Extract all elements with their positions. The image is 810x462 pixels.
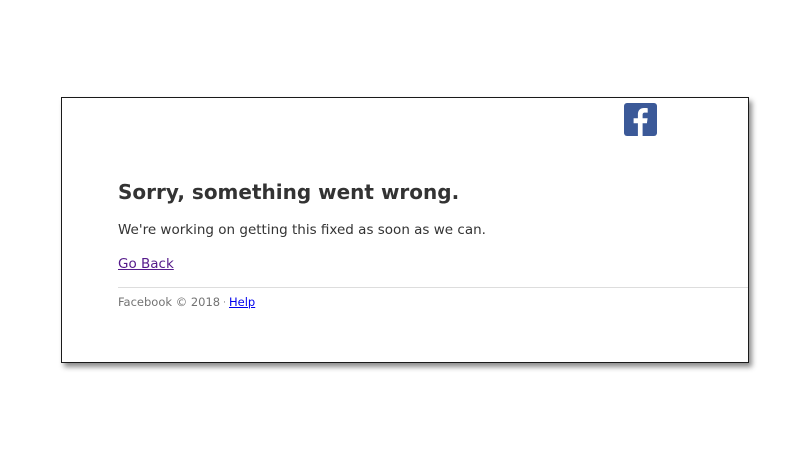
footer-separator: ·: [223, 298, 226, 308]
error-message: We're working on getting this fixed as s…: [118, 222, 486, 238]
copyright-text: Facebook © 2018: [118, 295, 221, 309]
error-page: Sorry, something went wrong. We're worki…: [61, 97, 749, 363]
footer-divider: [118, 287, 748, 288]
help-link[interactable]: Help: [229, 295, 255, 309]
facebook-f-icon: [633, 108, 648, 136]
error-title: Sorry, something went wrong.: [118, 180, 460, 204]
go-back-link[interactable]: Go Back: [118, 256, 174, 272]
facebook-logo-icon: [624, 103, 657, 136]
footer: Facebook © 2018 · Help: [118, 295, 255, 309]
